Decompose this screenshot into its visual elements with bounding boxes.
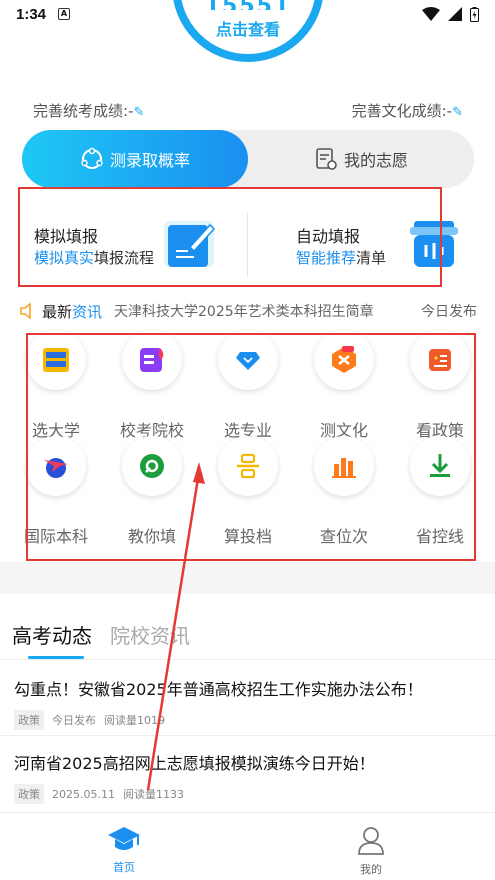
nav-home[interactable]: 首页	[84, 825, 164, 875]
article-tag: 政策	[14, 710, 44, 730]
tab-gaokao-news[interactable]: 高考动态	[12, 620, 92, 649]
segmented-control: 测录取概率 我的志愿	[22, 130, 474, 188]
section-separator	[0, 562, 495, 594]
ticker-date: 今日发布	[421, 304, 477, 320]
article-date: 今日发布	[52, 714, 96, 727]
annotation-box-grid	[26, 333, 476, 561]
score-dial[interactable]: 15551 点击查看	[172, 0, 324, 62]
article-divider	[0, 735, 495, 736]
article-reads: 阅读量1019	[104, 714, 165, 727]
nav-home-label: 首页	[113, 861, 135, 874]
complete-culture-score-label: 完善文化成绩:-	[351, 102, 453, 120]
complete-scores-row: 完善统考成绩:-✎ 完善文化成绩:-✎	[0, 100, 495, 124]
score-number: 15551	[188, 0, 308, 10]
article-date: 2025.05.11	[52, 787, 115, 801]
tab-my-wishes-label: 我的志愿	[343, 151, 408, 170]
graduation-cap-icon	[108, 827, 140, 850]
bottom-nav: 首页 我的	[0, 812, 495, 880]
notification-a-icon: A	[58, 8, 71, 20]
signal-icon	[448, 7, 462, 21]
article-meta: 政策 2025.05.11 阅读量1133	[14, 784, 184, 804]
speaker-icon	[20, 302, 31, 320]
latest-label-a: 最新	[42, 302, 73, 321]
nav-mine-label: 我的	[360, 863, 382, 876]
nav-mine[interactable]: 我的	[331, 825, 411, 877]
article-tag: 政策	[14, 784, 44, 804]
form-document-icon	[316, 148, 337, 170]
annotation-box-cards	[18, 187, 442, 287]
people-ring-icon	[81, 147, 103, 169]
complete-culture-score-link[interactable]: 完善文化成绩:-✎	[352, 100, 463, 121]
latest-label-b: 资讯	[72, 302, 103, 321]
latest-news-label: 最新资讯	[42, 301, 102, 322]
tabs-divider	[0, 659, 495, 660]
article-meta: 政策 今日发布 阅读量1019	[14, 710, 165, 730]
article-title[interactable]: 河南省2025高招网上志愿填报模拟演练今日开始！	[14, 750, 375, 774]
complete-exam-score-label: 完善统考成绩:-	[33, 102, 134, 120]
news-tabs: 高考动态 院校资讯	[0, 620, 495, 660]
tab-school-news[interactable]: 院校资讯	[110, 620, 190, 649]
check-score-button[interactable]: 点击查看	[188, 16, 308, 40]
complete-exam-score-link[interactable]: 完善统考成绩:-✎	[33, 100, 144, 121]
tab-admission-probability[interactable]: 测录取概率	[22, 130, 248, 188]
news-ticker[interactable]: 最新资讯 天津科技大学2025年艺术类本科招生简章 今日发布	[0, 295, 495, 327]
tab-my-wishes[interactable]: 我的志愿	[248, 130, 474, 188]
pencil-icon: ✎	[133, 105, 145, 120]
pencil-icon: ✎	[452, 105, 463, 120]
ticker-headline[interactable]: 天津科技大学2025年艺术类本科招生简章	[114, 301, 374, 321]
article-title[interactable]: 勾重点！安徽省2025年普通高校招生工作实施办法公布！	[14, 676, 423, 700]
battery-icon	[470, 6, 479, 22]
article-reads: 阅读量1133	[122, 788, 184, 801]
status-time: 1:34	[16, 5, 47, 23]
tab-admission-probability-label: 测录取概率	[109, 151, 190, 170]
user-profile-icon	[358, 827, 384, 855]
wifi-icon	[422, 7, 440, 21]
